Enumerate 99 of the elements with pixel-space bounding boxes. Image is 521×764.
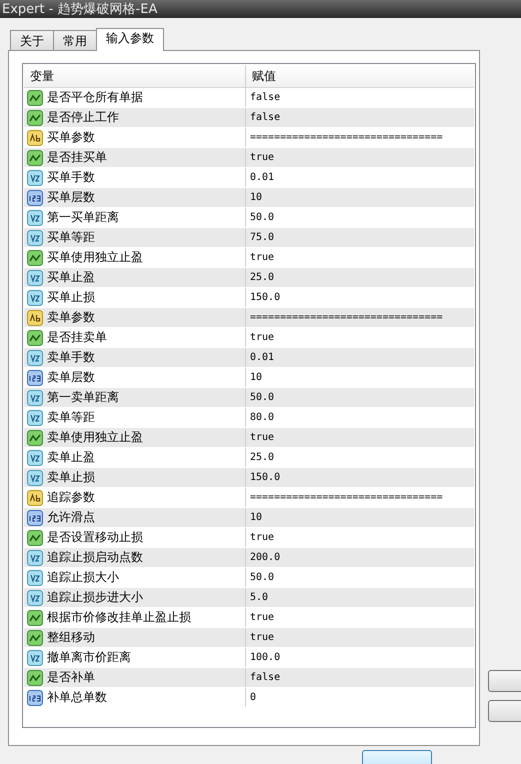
parameter-value[interactable]: 50.0 (246, 572, 274, 583)
parameter-name: 买单止损 (47, 289, 95, 306)
boolean-icon (27, 110, 43, 126)
number-icon (27, 410, 43, 426)
column-header[interactable]: 变量 (24, 65, 246, 87)
parameter-value[interactable]: ================================ (246, 492, 443, 503)
parameter-name: 买单层数 (47, 189, 95, 206)
parameter-name: 买单使用独立止盈 (47, 249, 143, 266)
number-icon (27, 350, 43, 366)
parameter-name: 是否平仓所有单据 (47, 89, 143, 106)
parameter-name: 根据市价修改挂单止盈止损 (47, 609, 191, 626)
parameter-name: 卖单手数 (47, 349, 95, 366)
parameter-name: 追踪止损大小 (47, 569, 119, 586)
column-header[interactable]: 赋值 (246, 65, 474, 87)
parameter-name: 卖单层数 (47, 369, 95, 386)
parameter-value[interactable]: 150.0 (246, 292, 280, 303)
parameter-name: 买单参数 (47, 129, 95, 146)
parameter-value[interactable]: 0 (246, 692, 256, 703)
parameter-value[interactable]: 10 (246, 512, 262, 523)
parameter-name: 卖单等距 (47, 409, 95, 426)
number-icon (27, 470, 43, 486)
boolean-icon (27, 150, 43, 166)
parameter-value[interactable]: 10 (246, 192, 262, 203)
parameter-name: 补单总单数 (47, 689, 107, 706)
parameter-value[interactable]: true (246, 532, 274, 543)
number-icon (27, 550, 43, 566)
parameter-value[interactable]: true (246, 632, 274, 643)
window-title: Expert - 趋势爆破网格-EA (2, 1, 158, 18)
number-icon (27, 270, 43, 286)
parameter-value[interactable]: 50.0 (246, 212, 274, 223)
parameter-value[interactable]: true (246, 252, 274, 263)
parameter-name: 是否设置移动止损 (47, 529, 143, 546)
parameter-value[interactable]: 50.0 (246, 392, 274, 403)
parameter-name: 卖单止损 (47, 469, 95, 486)
parameter-name: 整组移动 (47, 629, 95, 646)
boolean-icon (27, 430, 43, 446)
parameter-value[interactable]: ================================ (246, 312, 443, 323)
boolean-icon (27, 670, 43, 686)
integer-icon (27, 510, 43, 526)
parameter-value[interactable]: false (246, 672, 280, 683)
boolean-icon (27, 530, 43, 546)
boolean-icon (27, 250, 43, 266)
parameter-name: 第一买单距离 (47, 209, 119, 226)
number-icon (27, 570, 43, 586)
parameter-value[interactable]: 0.01 (246, 352, 274, 363)
parameter-name: 追踪参数 (47, 489, 95, 506)
parameter-name: 第一卖单距离 (47, 389, 119, 406)
parameter-value[interactable]: false (246, 112, 280, 123)
parameter-value[interactable]: 150.0 (246, 472, 280, 483)
parameter-value[interactable]: true (246, 332, 274, 343)
tab[interactable]: 常用 (53, 30, 97, 50)
number-icon (27, 450, 43, 466)
parameter-value[interactable]: 200.0 (246, 552, 280, 563)
parameter-value[interactable]: 80.0 (246, 412, 274, 423)
parameter-value[interactable]: false (246, 92, 280, 103)
parameter-value[interactable]: 0.01 (246, 172, 274, 183)
parameter-name: 是否停止工作 (47, 109, 119, 126)
parameter-value[interactable]: 25.0 (246, 272, 274, 283)
number-icon (27, 210, 43, 226)
parameter-value[interactable]: true (246, 432, 274, 443)
parameter-value[interactable]: ================================ (246, 132, 443, 143)
boolean-icon (27, 610, 43, 626)
parameter-value[interactable]: 75.0 (246, 232, 274, 243)
string-icon (27, 130, 43, 146)
integer-icon (27, 370, 43, 386)
parameter-value[interactable]: 100.0 (246, 652, 280, 663)
parameter-value[interactable]: 10 (246, 372, 262, 383)
parameter-value[interactable]: true (246, 152, 274, 163)
number-icon (27, 390, 43, 406)
parameter-value[interactable]: 5.0 (246, 592, 268, 603)
parameter-name: 是否挂卖单 (47, 329, 107, 346)
number-icon (27, 230, 43, 246)
parameter-value[interactable]: 25.0 (246, 452, 274, 463)
parameter-name: 允许滑点 (47, 509, 95, 526)
parameter-name: 是否挂买单 (47, 149, 107, 166)
boolean-icon (27, 630, 43, 646)
parameter-name: 卖单止盈 (47, 449, 95, 466)
parameter-name: 卖单参数 (47, 309, 95, 326)
parameter-name: 买单手数 (47, 169, 95, 186)
integer-icon (27, 690, 43, 706)
parameter-name: 追踪止损启动点数 (47, 549, 143, 566)
string-icon (27, 310, 43, 326)
tab[interactable]: 输入参数 (96, 28, 164, 51)
boolean-icon (27, 330, 43, 346)
number-icon (27, 650, 43, 666)
string-icon (27, 490, 43, 506)
tab[interactable]: 关于 (10, 30, 54, 50)
integer-icon (27, 190, 43, 206)
parameter-name: 撤单离市价距离 (47, 649, 131, 666)
number-icon (27, 590, 43, 606)
number-icon (27, 290, 43, 306)
boolean-icon (27, 90, 43, 106)
number-icon (27, 170, 43, 186)
parameter-name: 买单等距 (47, 229, 95, 246)
parameter-name: 买单止盈 (47, 269, 95, 286)
parameter-name: 追踪止损步进大小 (47, 589, 143, 606)
parameter-value[interactable]: true (246, 612, 274, 623)
parameter-name: 是否补单 (47, 669, 95, 686)
parameter-name: 卖单使用独立止盈 (47, 429, 143, 446)
